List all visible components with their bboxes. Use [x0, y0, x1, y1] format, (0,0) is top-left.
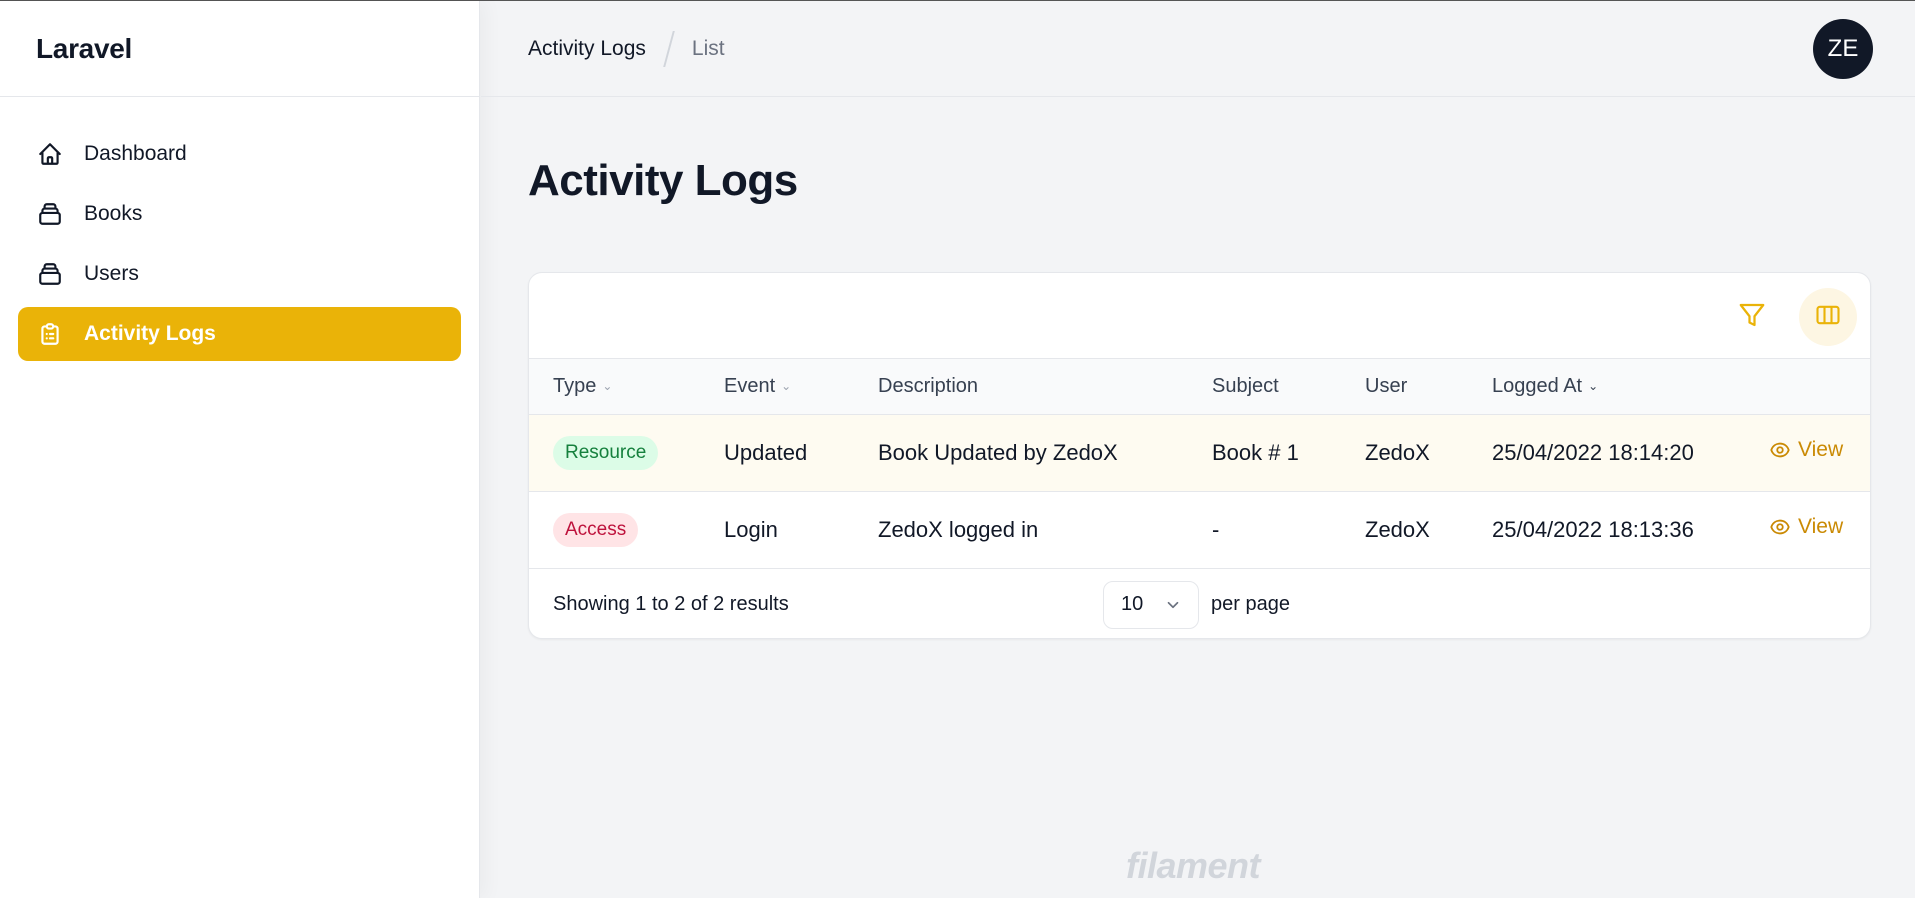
topbar: Activity Logs List ZE — [481, 1, 1915, 97]
cell-subject: - — [1212, 516, 1220, 542]
cell-type: Access — [529, 491, 700, 568]
column-header-event[interactable]: Event ⌄ — [700, 359, 854, 414]
cell-actions: View — [1745, 491, 1870, 568]
table-row[interactable]: Access Login ZedoX logged in - ZedoX 25/… — [529, 491, 1870, 568]
sidebar-item-dashboard[interactable]: Dashboard — [18, 127, 461, 181]
eye-icon — [1770, 442, 1790, 458]
sidebar-item-label: Dashboard — [84, 142, 187, 165]
pagination-summary: Showing 1 to 2 of 2 results — [553, 593, 789, 615]
breadcrumb-separator — [663, 30, 675, 67]
activity-logs-table: Type ⌄ Event ⌄ Description Subject User Lo… — [528, 272, 1871, 639]
filament-logo: filament — [1126, 845, 1261, 886]
collection-icon — [36, 200, 64, 228]
chevron-down-icon: ⌄ — [781, 379, 792, 394]
eye-icon — [1770, 519, 1790, 535]
cell-subject: Book # 1 — [1212, 439, 1299, 465]
filter-button[interactable] — [1723, 288, 1781, 346]
cell-event: Updated — [724, 439, 808, 465]
data-table: Type ⌄ Event ⌄ Description Subject User Lo… — [529, 359, 1870, 569]
home-icon — [36, 140, 64, 168]
chevron-down-icon — [1167, 601, 1179, 608]
per-page-control: 10 per page — [1103, 580, 1290, 629]
cell-event: Login — [724, 516, 778, 542]
cell-logged-at: 25/04/2022 18:14:20 — [1492, 439, 1694, 465]
view-columns-icon — [1814, 301, 1842, 334]
sidebar-item-label: Users — [84, 262, 139, 285]
clipboard-list-icon — [36, 320, 64, 348]
column-header-logged-at[interactable]: Logged At ⌄ — [1468, 359, 1745, 414]
view-button[interactable]: View — [1769, 515, 1843, 539]
sidebar-nav: Dashboard Books Users Activity Logs — [0, 97, 479, 361]
toggle-columns-button[interactable] — [1799, 288, 1857, 346]
cell-logged-at: 25/04/2022 18:13:36 — [1492, 516, 1694, 542]
column-header-description: Description — [878, 374, 979, 397]
table-header-row: Type ⌄ Event ⌄ Description Subject User Lo… — [529, 359, 1870, 414]
page-title: Activity Logs — [528, 156, 798, 205]
cell-user: ZedoX — [1365, 439, 1430, 465]
user-avatar[interactable]: ZE — [1813, 19, 1873, 79]
per-page-select[interactable]: 10 — [1103, 580, 1199, 629]
cell-user: ZedoX — [1365, 516, 1430, 542]
type-badge: Resource — [553, 435, 659, 470]
breadcrumb-activity-logs[interactable]: Activity Logs — [528, 37, 646, 61]
cell-description: ZedoX logged in — [878, 516, 1039, 542]
sidebar-item-label: Books — [84, 202, 143, 225]
collection-icon — [36, 260, 64, 288]
column-header-actions — [1745, 359, 1870, 414]
cell-actions: View — [1745, 414, 1870, 491]
chevron-down-icon: ⌄ — [602, 379, 613, 394]
table-toolbar — [529, 273, 1870, 359]
column-header-subject: Subject — [1212, 374, 1279, 397]
sidebar: Laravel Dashboard Books Users Activity L… — [0, 1, 480, 898]
table-footer: Showing 1 to 2 of 2 results 10 per page — [529, 569, 1870, 639]
cell-description: Book Updated by ZedoX — [878, 439, 1118, 465]
sidebar-item-activity-logs[interactable]: Activity Logs — [18, 307, 461, 361]
type-badge: Access — [553, 512, 639, 547]
per-page-label: per page — [1211, 593, 1290, 615]
brand-logo[interactable]: Laravel — [0, 1, 479, 97]
chevron-down-icon: ⌄ — [1588, 379, 1599, 394]
filter-icon — [1737, 300, 1767, 335]
column-header-user: User — [1365, 374, 1408, 397]
sidebar-item-label: Activity Logs — [84, 322, 216, 345]
sidebar-item-books[interactable]: Books — [18, 187, 461, 241]
breadcrumb-list: List — [691, 36, 725, 60]
column-header-type[interactable]: Type ⌄ — [529, 359, 700, 414]
sidebar-item-users[interactable]: Users — [18, 247, 461, 301]
cell-type: Resource — [529, 414, 700, 491]
view-button[interactable]: View — [1769, 438, 1843, 462]
table-row[interactable]: Resource Updated Book Updated by ZedoX B… — [529, 414, 1870, 491]
